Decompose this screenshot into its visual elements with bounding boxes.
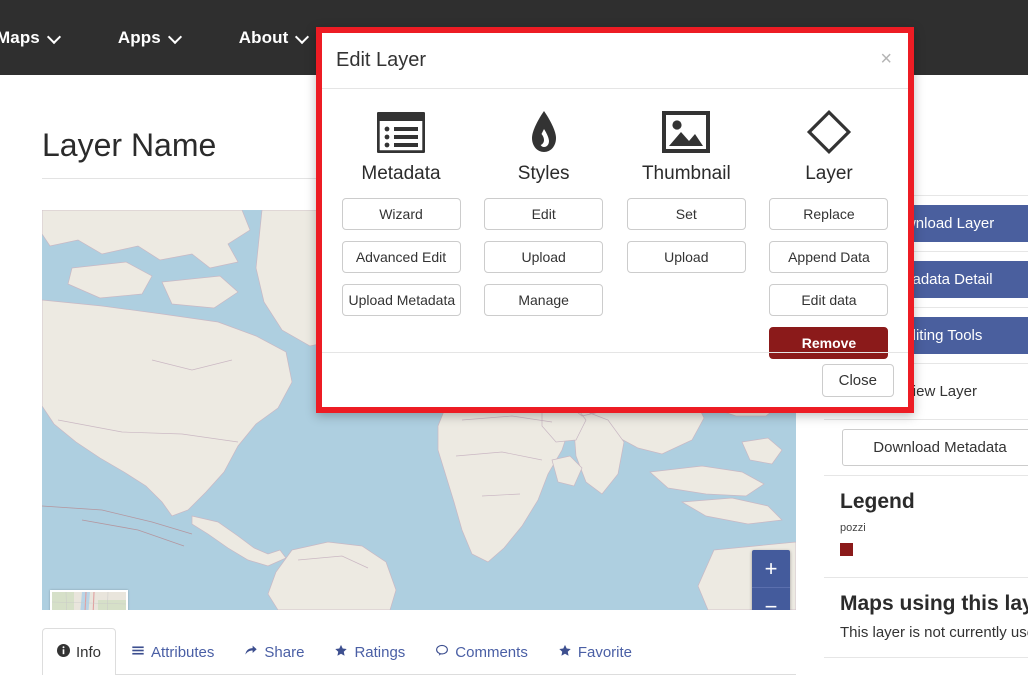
map-zoom-controls[interactable]: + − •••	[752, 550, 790, 610]
nav-item-maps-label: Maps	[0, 27, 40, 47]
close-icon[interactable]: ×	[880, 49, 892, 69]
tab-comments[interactable]: Comments	[420, 628, 543, 675]
styles-edit-button[interactable]: Edit	[484, 198, 604, 230]
share-icon	[244, 644, 258, 661]
metadata-list-icon	[336, 105, 466, 159]
modal-body: Metadata Wizard Advanced Edit Upload Met…	[322, 89, 908, 359]
styles-upload-button[interactable]: Upload	[484, 241, 604, 273]
nav-item-maps[interactable]: Maps	[0, 28, 60, 48]
modal-column-styles: Styles Edit Upload Manage	[479, 105, 609, 370]
page-title: Layer Name	[42, 127, 217, 163]
tab-attributes-label: Attributes	[151, 643, 215, 661]
nav-item-apps[interactable]: Apps	[118, 28, 181, 48]
download-metadata-button[interactable]: Download Metadata	[842, 429, 1028, 466]
content-tabs: Info Attributes Share Ratings Comments F…	[42, 627, 796, 675]
modal-column-layer: Layer Replace Append Data Edit data Remo…	[764, 105, 894, 370]
edit-layer-modal-highlight: Edit Layer × Metadata Wizard Advanced Ed…	[316, 27, 914, 413]
star-icon	[334, 644, 348, 661]
zoom-out-button[interactable]: −	[752, 588, 790, 610]
tab-comments-label: Comments	[455, 643, 528, 661]
tab-info[interactable]: Info	[42, 628, 117, 675]
map-inset-thumbnail[interactable]	[50, 590, 128, 610]
modal-column-metadata-title: Metadata	[361, 163, 441, 184]
modal-column-layer-title: Layer	[805, 163, 853, 184]
layer-replace-button[interactable]: Replace	[769, 198, 889, 230]
comment-icon	[435, 644, 449, 661]
layer-append-data-button[interactable]: Append Data	[769, 241, 889, 273]
styles-manage-button[interactable]: Manage	[484, 284, 604, 316]
layer-edit-data-button[interactable]: Edit data	[769, 284, 889, 316]
tab-share[interactable]: Share	[229, 628, 319, 675]
tab-info-label: Info	[76, 643, 102, 661]
legend-section: Legend pozzi	[824, 475, 1028, 577]
maps-using-layer-section: Maps using this layer This layer is not …	[824, 577, 1028, 657]
nav-item-apps-label: Apps	[117, 27, 161, 47]
chevron-down-icon	[297, 32, 308, 43]
star-icon	[558, 644, 572, 661]
maps-using-heading: Maps using this layer	[840, 592, 1028, 615]
legend-heading: Legend	[840, 490, 915, 513]
modal-column-thumbnail: Thumbnail Set Upload	[621, 105, 751, 370]
tab-favorite[interactable]: Favorite	[543, 628, 647, 675]
modal-footer: Close	[322, 352, 908, 407]
legend-entry-name: pozzi	[840, 522, 866, 534]
modal-title: Edit Layer	[336, 49, 427, 71]
metadata-upload-button[interactable]: Upload Metadata	[341, 284, 461, 316]
tab-favorite-label: Favorite	[577, 643, 633, 661]
edit-layer-modal: Edit Layer × Metadata Wizard Advanced Ed…	[322, 33, 908, 407]
sidebar-row-download-metadata: Download Metadata	[824, 419, 1028, 475]
modal-header: Edit Layer ×	[322, 33, 908, 89]
list-icon	[131, 644, 145, 661]
chevron-down-icon	[170, 32, 181, 43]
image-icon	[621, 105, 751, 159]
nav-item-about[interactable]: About	[239, 28, 309, 48]
tab-attributes[interactable]: Attributes	[116, 628, 229, 675]
zoom-in-button[interactable]: +	[752, 550, 790, 588]
chevron-down-icon	[49, 32, 60, 43]
thumbnail-set-button[interactable]: Set	[626, 198, 746, 230]
nav-item-about-label: About	[238, 27, 289, 47]
metadata-wizard-button[interactable]: Wizard	[341, 198, 461, 230]
modal-column-metadata: Metadata Wizard Advanced Edit Upload Met…	[336, 105, 466, 370]
maps-using-body: This layer is not currently used.	[840, 624, 1028, 641]
info-icon	[57, 643, 70, 661]
legend-color-swatch	[840, 543, 853, 556]
sidebar-row-bottom-divider	[824, 657, 1028, 666]
modal-column-thumbnail-title: Thumbnail	[641, 163, 731, 184]
modal-column-styles-title: Styles	[517, 163, 570, 184]
tab-ratings-label: Ratings	[354, 643, 406, 661]
tab-ratings[interactable]: Ratings	[319, 628, 420, 675]
inset-map-graphic	[52, 592, 126, 610]
diamond-icon	[764, 105, 894, 159]
thumbnail-upload-button[interactable]: Upload	[626, 241, 746, 273]
tab-share-label: Share	[264, 643, 305, 661]
modal-close-button[interactable]: Close	[821, 363, 894, 397]
droplet-icon	[479, 105, 609, 159]
metadata-advanced-edit-button[interactable]: Advanced Edit	[341, 241, 461, 273]
